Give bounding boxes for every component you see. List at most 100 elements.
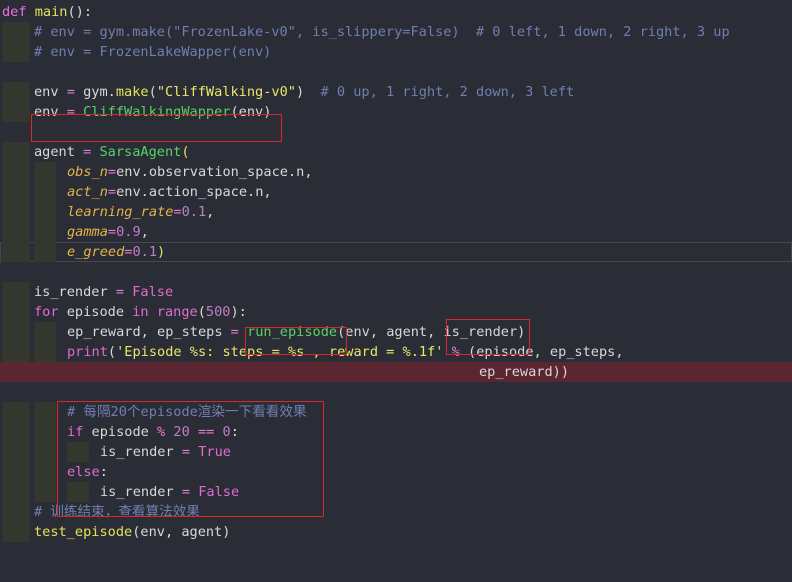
code-token: agent (34, 144, 75, 160)
indent-guide (2, 322, 30, 342)
code-line[interactable] (0, 382, 792, 402)
indent-guide (34, 442, 56, 462)
code-line[interactable]: ep_reward, ep_steps = run_episode(env, a… (0, 322, 792, 342)
indent-guide (34, 422, 56, 442)
code-token: (): (67, 4, 93, 20)
indent-guide (2, 282, 30, 302)
code-text: # env = FrozenLakeWapper(env) (34, 42, 271, 62)
code-token: = (107, 284, 133, 300)
code-token: = (107, 224, 117, 240)
code-line[interactable] (0, 262, 792, 282)
code-line[interactable]: learning_rate=0.1, (0, 202, 792, 222)
code-token: SarsaAgent (99, 144, 182, 160)
code-token: = (74, 144, 100, 160)
code-text: act_n=env.action_space.n, (67, 182, 272, 202)
code-token: env.observation_space.n, (116, 164, 313, 180)
code-text: learning_rate=0.1, (67, 202, 214, 222)
code-token: 500 (205, 304, 231, 320)
code-token: = (58, 84, 84, 100)
code-token: main (34, 4, 68, 20)
indent-guide (34, 342, 56, 362)
indent-guide (2, 422, 30, 442)
indent-guide (34, 222, 56, 242)
indent-guide (2, 462, 30, 482)
annotation-box-env-wrapper (31, 114, 282, 142)
indent-guide (34, 182, 56, 202)
indent-guide (2, 162, 30, 182)
indent-guide (34, 162, 56, 182)
annotation-box-render-block (57, 401, 324, 517)
code-text: gamma=0.9, (67, 222, 149, 242)
code-token: gamma (67, 224, 108, 240)
code-token: "CliffWalking-v0" (156, 84, 296, 100)
indent-guide (34, 202, 56, 222)
code-text: e_greed=0.1) (67, 242, 165, 262)
indent-guide (34, 482, 56, 502)
code-token: ( (197, 304, 206, 320)
code-text: obs_n=env.observation_space.n, (67, 162, 313, 182)
code-line[interactable]: ep_reward)) (0, 362, 792, 382)
code-line[interactable]: print('Episode %s: steps = %s , reward =… (0, 342, 792, 362)
code-line[interactable]: is_render = False (0, 282, 792, 302)
code-token: ( (107, 344, 117, 360)
indent-guide (2, 482, 30, 502)
code-token: act_n (67, 184, 108, 200)
code-token: gym. (83, 84, 116, 100)
code-line[interactable]: obs_n=env.observation_space.n, (0, 162, 792, 182)
code-token: ): (230, 304, 247, 320)
indent-guide (2, 302, 30, 322)
code-text: for episode in range(500): (34, 302, 247, 322)
annotation-box-is-render (446, 319, 530, 355)
code-line[interactable]: # env = gym.make("FrozenLake-v0", is_sli… (0, 22, 792, 42)
code-token: , (206, 204, 215, 220)
indent-guide (2, 442, 30, 462)
code-token: = (173, 204, 182, 220)
code-token: False (132, 284, 174, 300)
indent-guide (2, 222, 30, 242)
code-line[interactable]: agent = SarsaAgent( (0, 142, 792, 162)
code-token: ) (295, 84, 321, 100)
code-token: for (34, 304, 59, 320)
code-text: # env = gym.make("FrozenLake-v0", is_sli… (34, 22, 730, 42)
code-line[interactable]: # env = FrozenLakeWapper(env) (0, 42, 792, 62)
code-text: env = gym.make("CliffWalking-v0") # 0 up… (34, 82, 574, 102)
code-line[interactable]: act_n=env.action_space.n, (0, 182, 792, 202)
indent-guide (2, 102, 30, 122)
code-line[interactable]: e_greed=0.1) (0, 242, 792, 262)
code-line[interactable]: env = gym.make("CliffWalking-v0") # 0 up… (0, 82, 792, 102)
indent-guide (2, 142, 30, 162)
code-token: learning_rate (67, 204, 174, 220)
code-editor[interactable]: def main(): # env = gym.make("FrozenLake-… (0, 0, 792, 582)
code-line[interactable] (0, 62, 792, 82)
code-token: def (2, 4, 27, 20)
code-line[interactable]: for episode in range(500): (0, 302, 792, 322)
code-token: = (107, 164, 117, 180)
code-line[interactable]: test_episode(env, agent) (0, 522, 792, 542)
indent-guide (34, 402, 56, 422)
code-token: in (132, 304, 149, 320)
code-text: agent = SarsaAgent( (34, 142, 190, 162)
code-line[interactable]: gamma=0.9, (0, 222, 792, 242)
indent-guide (2, 82, 30, 102)
code-line[interactable]: def main(): (0, 2, 792, 22)
code-token: test_episode (34, 524, 133, 540)
code-token: e_greed (67, 244, 125, 260)
indent-guide (2, 402, 30, 422)
code-token: 0.9 (116, 224, 141, 240)
code-token: is_render (34, 284, 108, 300)
code-token: , (140, 224, 149, 240)
indent-guide (2, 242, 30, 262)
indent-guide (2, 202, 30, 222)
code-token: make (115, 84, 149, 100)
code-token: 0.1 (132, 244, 158, 260)
code-token: env.action_space.n, (116, 184, 272, 200)
code-token: ( (148, 84, 157, 100)
code-token: (env, agent) (132, 524, 231, 540)
indent-guide (2, 22, 30, 42)
code-text: is_render = False (34, 282, 173, 302)
annotation-box-run-episode (245, 327, 347, 355)
code-token: ) (157, 244, 166, 260)
code-token: = (107, 184, 117, 200)
code-token: episode (58, 304, 133, 320)
